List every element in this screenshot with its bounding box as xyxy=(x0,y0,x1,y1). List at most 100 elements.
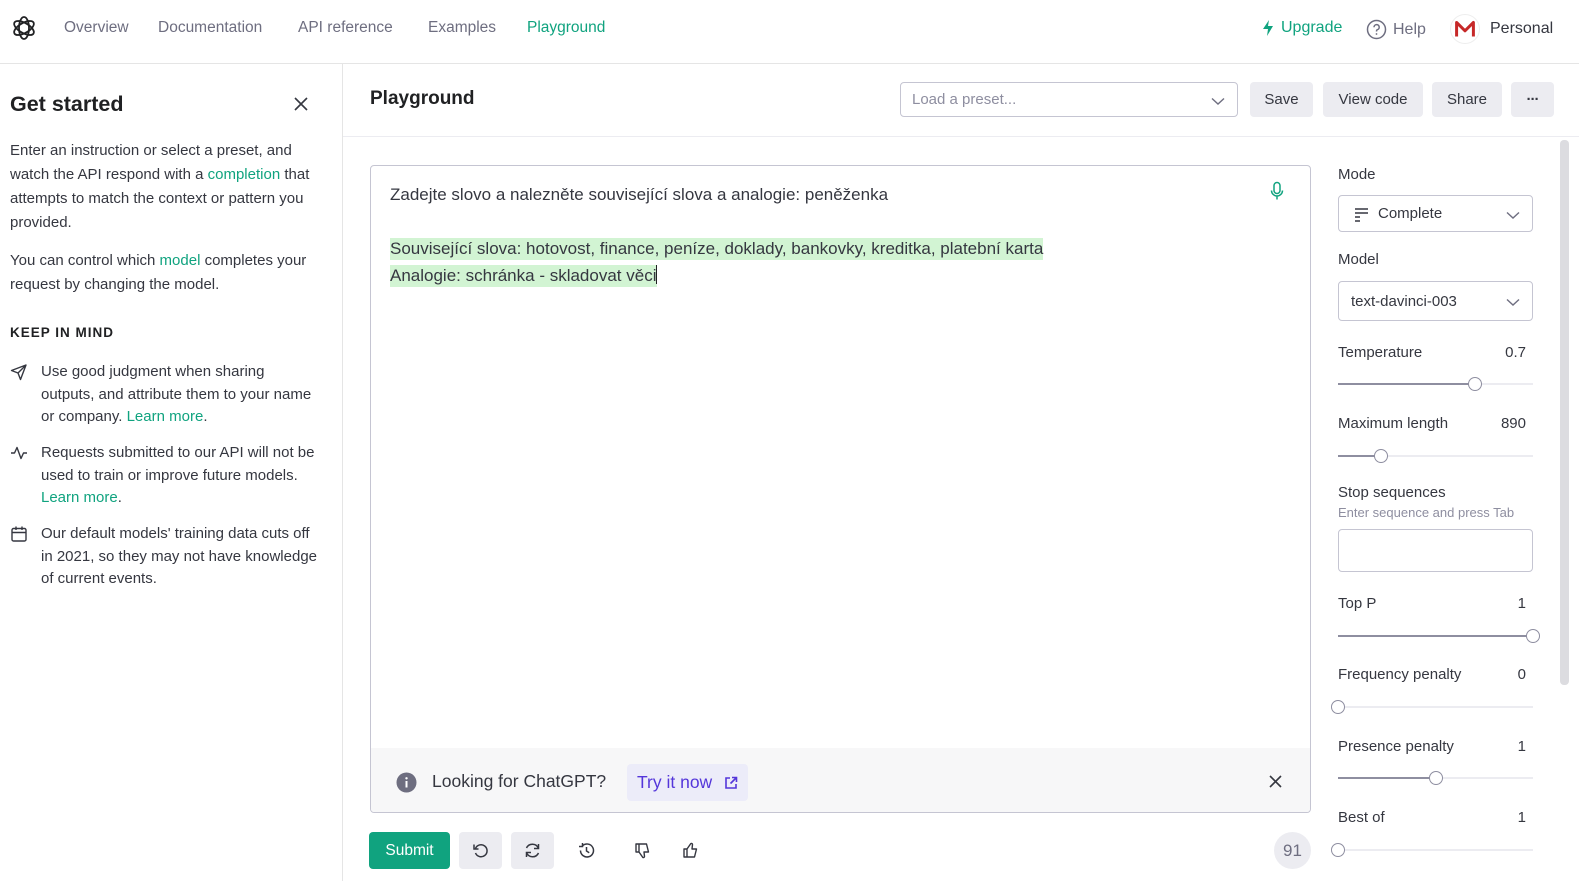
model-text-a: You can control which xyxy=(10,252,160,269)
microphone-icon[interactable] xyxy=(1269,181,1285,201)
mode-label: Mode xyxy=(1338,166,1376,183)
more-options-button[interactable]: ··· xyxy=(1511,82,1554,117)
thumbs-up-button[interactable] xyxy=(669,832,712,869)
bolt-icon xyxy=(1263,20,1273,36)
close-banner-icon[interactable] xyxy=(1268,774,1283,789)
temperature-slider[interactable] xyxy=(1338,377,1533,391)
history-button[interactable] xyxy=(565,832,608,869)
learn-more-link-2[interactable]: Learn more xyxy=(41,489,118,506)
slider-thumb[interactable] xyxy=(1331,700,1345,714)
slider-thumb[interactable] xyxy=(1468,377,1482,391)
prompt-text: Zadejte slovo a nalezněte související sl… xyxy=(390,185,889,204)
history-icon xyxy=(579,843,595,858)
prompt-editor[interactable]: Zadejte slovo a nalezněte související sl… xyxy=(370,165,1311,813)
help-icon xyxy=(1366,19,1387,40)
close-sidebar-icon[interactable] xyxy=(291,94,311,114)
model-value: text-davinci-003 xyxy=(1351,293,1457,310)
slider-thumb[interactable] xyxy=(1526,629,1540,643)
try-it-now-button[interactable]: Try it now xyxy=(627,764,749,801)
mode-select[interactable]: Complete xyxy=(1338,195,1533,232)
external-link-icon xyxy=(725,776,738,789)
calendar-icon xyxy=(11,526,27,542)
share-button[interactable]: Share xyxy=(1432,82,1502,117)
stop-sequences-input[interactable] xyxy=(1338,529,1533,572)
model-select[interactable]: text-davinci-003 xyxy=(1338,281,1533,321)
stop-sequences-hint: Enter sequence and press Tab xyxy=(1338,505,1515,520)
best-of-label: Best of xyxy=(1338,809,1385,826)
slider-thumb[interactable] xyxy=(1374,449,1388,463)
learn-more-link-1[interactable]: Learn more xyxy=(127,408,204,425)
undo-icon xyxy=(473,844,488,858)
slider-thumb[interactable] xyxy=(1429,771,1443,785)
help-label: Help xyxy=(1393,20,1426,38)
nav-documentation[interactable]: Documentation xyxy=(158,19,262,37)
nav-playground[interactable]: Playground xyxy=(527,19,605,37)
account-label: Personal xyxy=(1490,20,1554,37)
send-icon xyxy=(10,364,27,381)
top-p-label: Top P xyxy=(1338,595,1377,612)
avatar xyxy=(1450,14,1480,44)
nav-overview[interactable]: Overview xyxy=(64,19,129,37)
header-divider xyxy=(343,136,1579,137)
frequency-penalty-slider[interactable] xyxy=(1331,700,1533,714)
try-it-now-label: Try it now xyxy=(637,772,713,792)
slider-fill xyxy=(1338,777,1436,779)
info-icon xyxy=(396,772,417,793)
frequency-penalty-value[interactable]: 0 xyxy=(1466,666,1526,683)
nav-api-reference[interactable]: API reference xyxy=(298,19,393,37)
mode-complete-icon xyxy=(1355,208,1368,222)
thumbs-up-icon xyxy=(683,842,698,858)
best-of-value[interactable]: 1 xyxy=(1466,809,1526,826)
completion-line-2: Analogie: schránka - skladovat věci xyxy=(390,265,658,287)
presence-penalty-label: Presence penalty xyxy=(1338,738,1454,755)
tip-training-tail: . xyxy=(117,489,122,506)
nav-examples[interactable]: Examples xyxy=(428,19,496,37)
help-link[interactable]: Help xyxy=(1366,19,1426,40)
token-count-badge: 91 xyxy=(1274,832,1311,869)
preset-placeholder: Load a preset... xyxy=(912,91,1017,108)
presence-penalty-slider[interactable] xyxy=(1338,771,1533,785)
openai-logo-icon[interactable] xyxy=(10,14,38,42)
frequency-penalty-label: Frequency penalty xyxy=(1338,666,1462,683)
slider-track xyxy=(1338,849,1533,851)
model-label: Model xyxy=(1338,251,1379,268)
refresh-icon xyxy=(525,843,540,858)
upgrade-link[interactable]: Upgrade xyxy=(1261,19,1342,37)
chevron-down-icon xyxy=(1506,211,1520,219)
sidebar-intro: Enter an instruction or select a preset,… xyxy=(10,139,310,235)
presence-penalty-value[interactable]: 1 xyxy=(1466,738,1526,755)
get-started-sidebar: Get started Enter an instruction or sele… xyxy=(0,64,343,881)
account-menu[interactable]: Personal xyxy=(1450,14,1553,44)
activity-icon xyxy=(11,446,27,460)
keep-in-mind-heading: KEEP IN MIND xyxy=(10,325,115,340)
chatgpt-banner: Looking for ChatGPT? Try it now xyxy=(371,748,1310,812)
tip-knowledge-text: Our default models' training data cuts o… xyxy=(41,525,318,587)
temperature-value[interactable]: 0.7 xyxy=(1466,344,1526,361)
thumbs-down-button[interactable] xyxy=(621,832,664,869)
model-link[interactable]: model xyxy=(160,252,201,269)
regenerate-button[interactable] xyxy=(511,832,554,869)
text-cursor xyxy=(656,265,658,284)
top-p-value[interactable]: 1 xyxy=(1466,595,1526,612)
settings-scrollbar[interactable] xyxy=(1560,140,1569,685)
completion-link[interactable]: completion xyxy=(208,166,281,183)
slider-thumb[interactable] xyxy=(1331,843,1345,857)
undo-button[interactable] xyxy=(459,832,502,869)
slider-fill xyxy=(1338,383,1475,385)
page-title: Playground xyxy=(370,88,475,109)
submit-button[interactable]: Submit xyxy=(369,832,450,869)
chevron-down-icon xyxy=(1211,97,1225,105)
stop-sequences-label: Stop sequences xyxy=(1338,484,1446,501)
best-of-slider[interactable] xyxy=(1331,843,1533,857)
preset-select[interactable]: Load a preset... xyxy=(900,82,1238,117)
top-nav: Overview Documentation API reference Exa… xyxy=(0,0,1579,64)
thumbs-down-icon xyxy=(635,843,650,859)
mode-value: Complete xyxy=(1378,205,1443,222)
view-code-button[interactable]: View code xyxy=(1323,82,1423,117)
maximum-length-value[interactable]: 890 xyxy=(1466,415,1526,432)
upgrade-label: Upgrade xyxy=(1281,19,1343,36)
top-p-slider[interactable] xyxy=(1338,629,1540,643)
save-button[interactable]: Save xyxy=(1250,82,1313,117)
maximum-length-slider[interactable] xyxy=(1338,449,1533,463)
maximum-length-label: Maximum length xyxy=(1338,415,1449,432)
